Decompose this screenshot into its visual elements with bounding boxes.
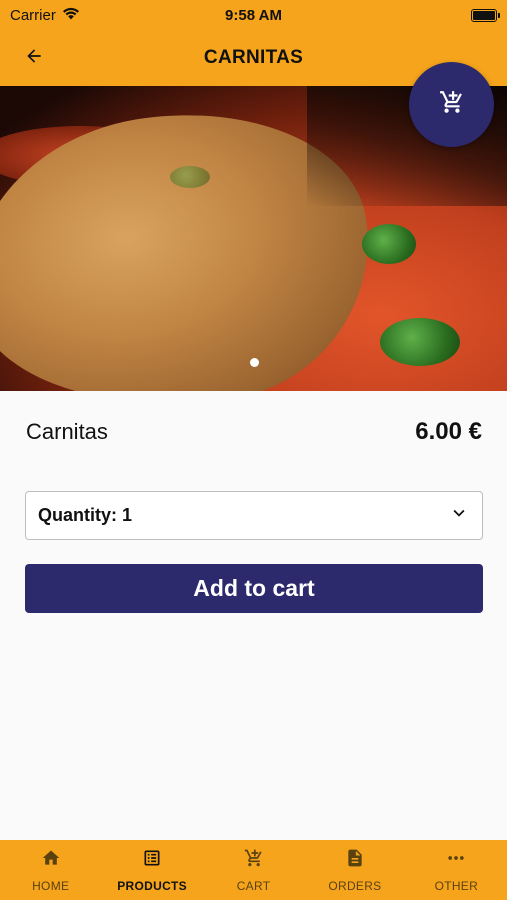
more-icon: [446, 848, 466, 873]
home-icon: [41, 848, 61, 873]
product-price: 6.00 €: [415, 418, 482, 445]
tab-orders[interactable]: ORDERS: [304, 840, 405, 900]
product-info: Carnitas 6.00 €: [26, 418, 482, 446]
tab-label: PRODUCTS: [117, 878, 187, 893]
tab-label: CART: [236, 878, 271, 893]
bottom-tab-bar: HOME PRODUCTS CART ORDERS OTHER: [0, 840, 507, 900]
cart-icon: [244, 848, 264, 873]
cart-icon: [439, 89, 465, 120]
status-bar: Carrier 9:58 AM: [0, 0, 507, 30]
quantity-select[interactable]: Quantity: 1: [25, 491, 483, 540]
add-to-cart-button[interactable]: Add to cart: [25, 564, 483, 613]
tab-products[interactable]: PRODUCTS: [101, 840, 202, 900]
list-icon: [142, 848, 162, 873]
chevron-down-icon: [448, 502, 470, 529]
tab-label: OTHER: [434, 878, 479, 893]
status-left: Carrier: [10, 7, 80, 24]
quantity-label: Quantity: 1: [38, 505, 133, 525]
battery-icon: [471, 8, 500, 22]
tab-label: HOME: [32, 878, 70, 893]
back-button[interactable]: [18, 42, 50, 74]
tab-home[interactable]: HOME: [0, 840, 101, 900]
carousel-indicator[interactable]: [250, 358, 259, 367]
wifi-icon: [62, 7, 80, 24]
tab-other[interactable]: OTHER: [406, 840, 507, 900]
product-name: Carnitas: [26, 419, 108, 444]
tab-cart[interactable]: CART: [203, 840, 304, 900]
carrier-label: Carrier: [10, 6, 56, 24]
cart-button[interactable]: [409, 62, 494, 147]
arrow-left-icon: [24, 46, 44, 71]
page-title: CARNITAS: [203, 47, 304, 68]
tab-label: ORDERS: [328, 878, 382, 893]
document-icon: [345, 848, 365, 873]
